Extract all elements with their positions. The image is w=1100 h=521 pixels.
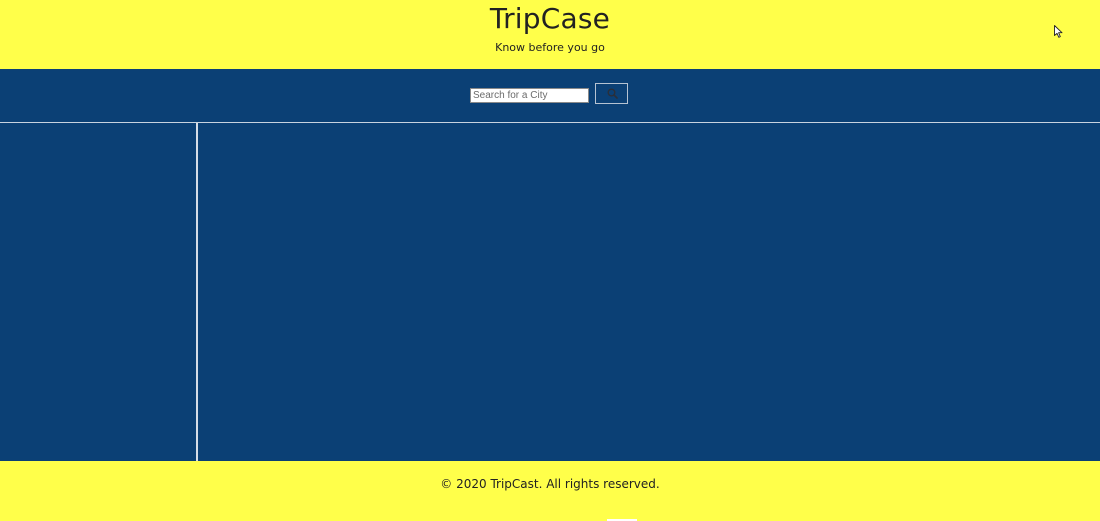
site-title: TripCase — [489, 2, 611, 35]
mouse-cursor-icon — [1054, 25, 1063, 38]
city-search-input[interactable] — [470, 88, 589, 103]
footer-copyright: © 2020 TripCast. All rights reserved. — [440, 477, 660, 491]
search-bar — [0, 69, 1100, 122]
site-header: TripCase Know before you go — [0, 0, 1100, 69]
site-footer: © 2020 TripCast. All rights reserved. — [0, 461, 1100, 521]
search-button[interactable] — [595, 83, 628, 104]
search-icon — [607, 88, 618, 99]
sidebar-panel — [0, 123, 196, 461]
main-content-panel — [198, 123, 1100, 461]
site-tagline: Know before you go — [495, 41, 605, 54]
